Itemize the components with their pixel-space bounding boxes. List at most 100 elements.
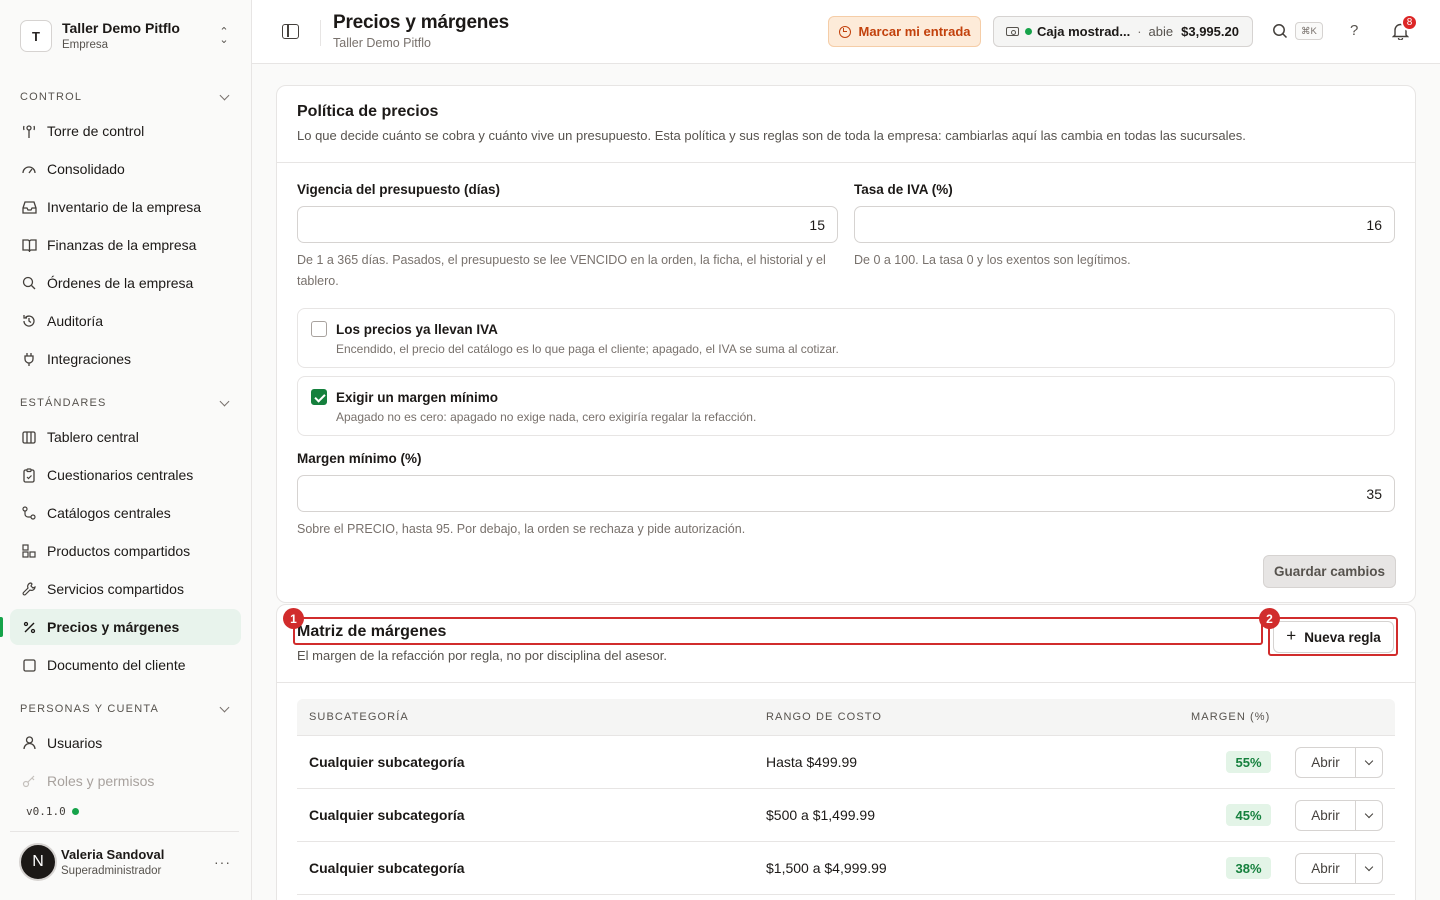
vat-input[interactable]	[854, 206, 1395, 243]
column-header[interactable]: MARGEN (%)	[1191, 711, 1270, 723]
divider	[277, 682, 1415, 683]
sidebar-item-tablero-central[interactable]: Tablero central	[10, 419, 241, 455]
cashbox-separator: ·	[1137, 24, 1142, 39]
subcategory-cell: Cualquier subcategoría	[309, 860, 465, 876]
sidebar-item-auditoria[interactable]: Auditoría	[10, 303, 241, 339]
validity-input[interactable]	[297, 206, 838, 243]
table-row: Cualquier subcategoría $1,500 a $4,999.9…	[297, 842, 1395, 895]
top-header: Precios y márgenes Taller Demo Pitflo Ma…	[252, 0, 1440, 64]
sidebar-item-label: Documento del cliente	[47, 657, 186, 673]
section-control[interactable]: CONTROL	[20, 89, 232, 105]
require-min-margin-option[interactable]: Exigir un margen mínimo Apagado no es ce…	[297, 376, 1395, 436]
min-margin-label: Margen mínimo (%)	[297, 451, 422, 466]
sidebar-item-finanzas[interactable]: Finanzas de la empresa	[10, 227, 241, 263]
tower-icon	[21, 123, 37, 139]
sidebar-item-precios[interactable]: Precios y márgenes	[10, 609, 241, 645]
chevron-down-icon	[1364, 809, 1374, 818]
org-switcher[interactable]: T Taller Demo Pitflo Empresa ⌃ ⌄	[10, 10, 240, 62]
sidebar-item-catalogos[interactable]: Catálogos centrales	[10, 495, 241, 531]
sidebar-item-cuestionarios[interactable]: Cuestionarios centrales	[10, 457, 241, 493]
sidebar-item-integraciones[interactable]: Integraciones	[10, 341, 241, 377]
section-personas[interactable]: PERSONAS Y CUENTA	[20, 701, 232, 717]
sidebar-item-inventario[interactable]: Inventario de la empresa	[10, 189, 241, 225]
version-label: v0.1.0	[26, 805, 79, 818]
clock-icon	[838, 25, 851, 38]
cost-range-cell: Hasta $499.99	[766, 754, 858, 770]
row-menu-button[interactable]	[1356, 854, 1382, 883]
cost-range-cell: $1,500 a $4,999.99	[766, 860, 887, 876]
sidebar-item-roles[interactable]: Roles y permisos	[10, 763, 241, 799]
open-button[interactable]: Abrir	[1296, 800, 1356, 830]
page-title: Precios y márgenes	[333, 12, 509, 33]
more-icon[interactable]: ···	[214, 854, 231, 870]
sidebar-item-ordenes[interactable]: Órdenes de la empresa	[10, 265, 241, 301]
annotation-box-2	[1268, 617, 1398, 656]
sidebar-item-usuarios[interactable]: Usuarios	[10, 725, 241, 761]
search-icon	[21, 275, 37, 291]
sidebar-item-label: Integraciones	[47, 351, 132, 367]
status-dot	[71, 808, 79, 815]
user-menu[interactable]: N Valeria Sandoval Superadministrador ··…	[19, 843, 241, 881]
require-min-margin-checkbox[interactable]	[311, 389, 327, 405]
row-menu-button[interactable]	[1356, 748, 1382, 777]
sidebar-item-label: Inventario de la empresa	[47, 199, 202, 215]
column-header[interactable]: SUBCATEGORÍA	[309, 711, 409, 723]
status-dot	[1025, 28, 1032, 35]
sidebar-item-consolidado[interactable]: Consolidado	[10, 151, 241, 187]
clipboard-icon	[21, 467, 37, 483]
sidebar-item-productos[interactable]: Productos compartidos	[10, 533, 241, 569]
sidebar-item-servicios[interactable]: Servicios compartidos	[10, 571, 241, 607]
inbox-icon	[21, 199, 37, 215]
subcategory-cell: Cualquier subcategoría	[309, 754, 465, 770]
card-title: Política de precios	[297, 103, 439, 120]
sidebar-item-torre-de-control[interactable]: Torre de control	[10, 113, 241, 149]
shortcut-hint: ⌘K	[1295, 22, 1323, 40]
table-row: Cualquier subcategoría $500 a $1,499.99 …	[297, 789, 1395, 842]
search-icon[interactable]	[1272, 23, 1288, 39]
prices-include-vat-checkbox[interactable]	[311, 321, 327, 337]
section-label: PERSONAS Y CUENTA	[20, 703, 159, 715]
row-menu-button[interactable]	[1356, 801, 1382, 830]
percent-icon	[21, 619, 37, 635]
chevron-down-icon	[219, 396, 230, 406]
option-description: Encendido, el precio del catálogo es lo …	[336, 342, 839, 356]
user-icon	[21, 735, 37, 751]
cashbox-state: abie	[1148, 24, 1174, 39]
divider	[320, 20, 321, 46]
open-button[interactable]: Abrir	[1296, 747, 1356, 777]
cash-icon	[1006, 27, 1019, 36]
divider	[277, 162, 1415, 163]
sidebar-item-label: Servicios compartidos	[47, 581, 184, 597]
cashbox-amount: $3,995.20	[1181, 24, 1239, 39]
table-row: Cualquier subcategoría Hasta $499.99 55%…	[297, 736, 1395, 789]
margin-badge: 38%	[1226, 857, 1271, 879]
min-margin-input[interactable]	[297, 475, 1395, 512]
row-actions: Abrir	[1295, 852, 1383, 884]
history-icon	[21, 313, 37, 329]
divider	[10, 831, 239, 832]
cashbox-selector[interactable]: Caja mostrad... · abie $3,995.20	[993, 16, 1253, 47]
section-estandares[interactable]: ESTÁNDARES	[20, 395, 232, 411]
min-margin-help: Sobre el PRECIO, hasta 95. Por debajo, l…	[297, 522, 746, 536]
document-icon	[21, 657, 37, 673]
help-icon[interactable]: ?	[1350, 22, 1358, 39]
version-text: v0.1.0	[26, 805, 66, 818]
annotation-badge-2: 2	[1259, 608, 1280, 629]
validity-label: Vigencia del presupuesto (días)	[297, 182, 501, 197]
notification-badge: 8	[1401, 14, 1418, 31]
sidebar-item-documento[interactable]: Documento del cliente	[10, 647, 241, 683]
gauge-icon	[21, 161, 37, 177]
sidebar-item-label: Precios y márgenes	[47, 619, 180, 635]
sidebar-item-label: Auditoría	[47, 313, 104, 329]
table-header: SUBCATEGORÍA RANGO DE COSTO MARGEN (%)	[297, 699, 1395, 736]
org-avatar: T	[20, 20, 52, 52]
clock-in-button[interactable]: Marcar mi entrada	[828, 16, 981, 47]
save-button[interactable]: Guardar cambios	[1263, 555, 1396, 588]
column-header[interactable]: RANGO DE COSTO	[766, 711, 882, 723]
open-button[interactable]: Abrir	[1296, 853, 1356, 883]
margin-badge: 45%	[1226, 804, 1271, 826]
vat-help: De 0 a 100. La tasa 0 y los exentos son …	[854, 253, 1131, 267]
sidebar-toggle-icon[interactable]	[282, 24, 299, 39]
avatar: N	[19, 843, 57, 881]
prices-include-vat-option[interactable]: Los precios ya llevan IVA Encendido, el …	[297, 308, 1395, 368]
